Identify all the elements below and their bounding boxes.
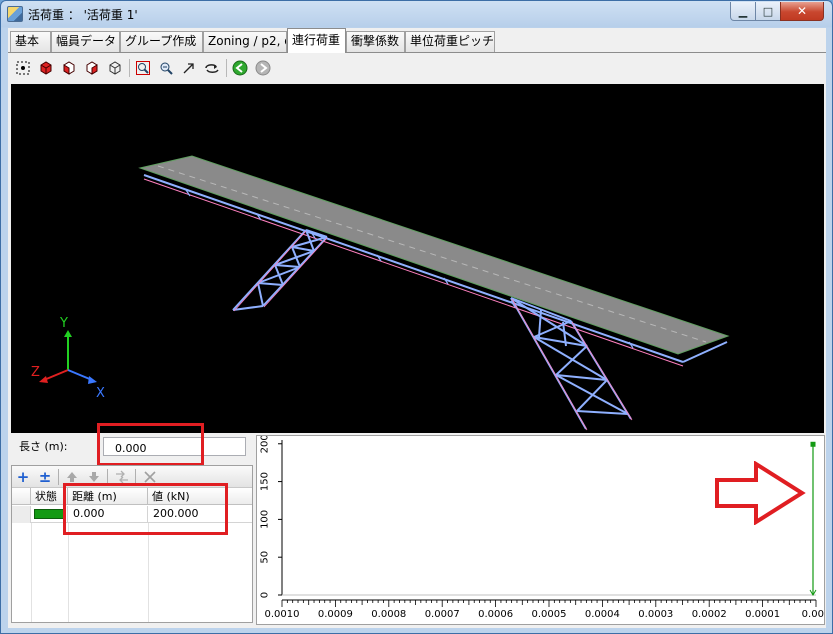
select-all-icon[interactable] — [14, 59, 32, 77]
move-up-icon[interactable] — [63, 468, 81, 486]
tab-impact-factor[interactable]: 衝撃係数 — [346, 31, 405, 52]
y-tick-label: 200 — [260, 436, 271, 453]
axis-y-label: Y — [59, 316, 68, 331]
value-cell[interactable]: 200.000 — [148, 506, 252, 523]
x-tick-label: 0.0002 — [692, 609, 727, 620]
delete-row-icon[interactable] — [141, 468, 159, 486]
title-bar[interactable]: 活荷重 ： '活荷重 1' ▁ □ ✕ — [1, 1, 832, 28]
zoom-out-icon[interactable] — [157, 59, 175, 77]
column-header-value[interactable]: 値 (kN) — [148, 488, 252, 505]
grid-toolbar-separator — [135, 469, 136, 485]
maximize-icon: □ — [762, 4, 774, 18]
length-input[interactable] — [103, 437, 246, 456]
y-tick-label: 50 — [260, 551, 271, 564]
table-row[interactable]: 0.000 200.000 — [12, 506, 252, 523]
load-point-marker[interactable] — [810, 441, 816, 447]
column-header-status[interactable]: 状態 — [31, 488, 68, 505]
x-tick-label: 0.0004 — [585, 609, 620, 620]
model-3d-viewport[interactable]: Y Z X — [11, 84, 824, 433]
tab-basic[interactable]: 基本 — [10, 31, 51, 52]
minimize-icon: ▁ — [738, 4, 748, 18]
zoom-window-icon[interactable] — [134, 59, 152, 77]
axis-x-label: X — [96, 386, 105, 401]
rotate-icon[interactable] — [203, 59, 221, 77]
bridge-model: Y Z X — [31, 155, 730, 431]
dialog-client: 基本 幅員データ グループ作成 Zoning / p2, q 連行荷重 衝撃係数… — [8, 28, 826, 628]
move-down-icon[interactable] — [85, 468, 103, 486]
row-header-corner — [12, 488, 31, 505]
column-header-distance[interactable]: 距離 (m) — [68, 488, 148, 505]
close-button[interactable]: ✕ — [780, 2, 824, 21]
cube-front-icon[interactable] — [60, 59, 78, 77]
load-grid-panel: + ± 状態 距離 (m) 値 (kN) 0.000 200.000 — [11, 465, 253, 623]
grid-toolbar: + ± — [12, 466, 252, 488]
grid-column-line — [68, 523, 69, 622]
forward-icon[interactable] — [254, 59, 272, 77]
grid-column-line — [31, 523, 32, 622]
view-toolbar — [10, 56, 824, 82]
row-header[interactable] — [12, 506, 31, 523]
minimize-button[interactable]: ▁ — [730, 2, 756, 21]
grid-toolbar-separator — [107, 469, 108, 485]
x-tick-label: 0.0006 — [478, 609, 513, 620]
tab-group-create[interactable]: グループ作成 — [120, 31, 203, 52]
close-icon: ✕ — [796, 4, 808, 18]
window-title: 活荷重 ： '活荷重 1' — [28, 8, 138, 22]
toolbar-separator — [129, 59, 130, 77]
tab-train-load[interactable]: 連行荷重 — [287, 28, 346, 53]
x-tick-label: 0.0008 — [371, 609, 406, 620]
tab-width-data[interactable]: 幅員データ — [51, 31, 120, 52]
x-tick-label: 0.0005 — [532, 609, 567, 620]
red-arrow-annotation — [715, 461, 806, 525]
cube-side-icon[interactable] — [83, 59, 101, 77]
add-row-icon[interactable]: + — [14, 468, 32, 486]
distance-cell[interactable]: 0.000 — [68, 506, 148, 523]
swap-rows-icon[interactable] — [113, 468, 131, 486]
grid-column-line — [148, 523, 149, 622]
cube-wire-icon[interactable] — [106, 59, 124, 77]
app-window: 活荷重 ： '活荷重 1' ▁ □ ✕ 基本 幅員データ グループ作成 Zoni… — [0, 0, 833, 634]
y-tick-label: 100 — [260, 510, 271, 529]
grid-header: 状態 距離 (m) 値 (kN) — [12, 488, 252, 505]
tab-bar: 基本 幅員データ グループ作成 Zoning / p2, q 連行荷重 衝撃係数… — [8, 28, 826, 53]
x-tick-label: 0.000 — [802, 609, 824, 620]
y-tick-label: 150 — [260, 472, 271, 491]
x-tick-label: 0.0003 — [638, 609, 673, 620]
y-tick-label: 0 — [260, 592, 271, 598]
x-tick-label: 0.0009 — [318, 609, 353, 620]
x-tick-label: 0.0010 — [265, 609, 300, 620]
fit-arrow-icon[interactable] — [180, 59, 198, 77]
x-tick-label: 0.0001 — [745, 609, 780, 620]
status-cell[interactable] — [31, 506, 68, 523]
app-icon — [7, 6, 23, 22]
grid-toolbar-separator — [58, 469, 59, 485]
insert-row-icon[interactable]: ± — [36, 468, 54, 486]
status-swatch — [34, 509, 66, 519]
back-icon[interactable] — [231, 59, 249, 77]
maximize-button[interactable]: □ — [755, 2, 781, 21]
tab-unit-load-pitch[interactable]: 単位荷重ピッチ — [405, 31, 495, 52]
toolbar-separator — [226, 59, 227, 77]
axis-z-label: Z — [31, 365, 40, 380]
length-label: 長さ (m): — [19, 440, 68, 453]
tab-zoning[interactable]: Zoning / p2, q — [203, 31, 287, 52]
cube-red-icon[interactable] — [37, 59, 55, 77]
x-tick-label: 0.0007 — [425, 609, 460, 620]
